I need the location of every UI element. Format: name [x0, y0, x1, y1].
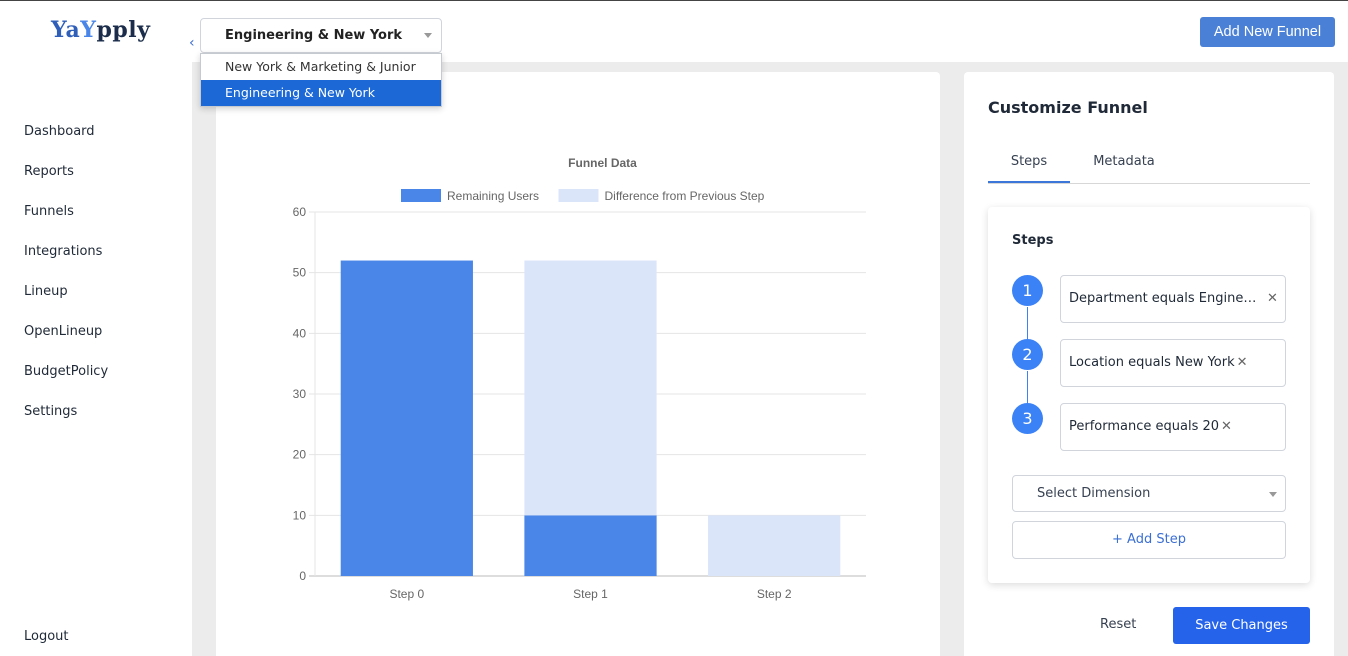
sidebar-item-funnels[interactable]: Funnels [24, 203, 108, 243]
close-icon[interactable]: ✕ [1221, 404, 1232, 450]
sidebar-item-openlineup[interactable]: OpenLineup [24, 323, 108, 363]
chevron-left-icon[interactable]: ‹ [189, 35, 195, 51]
x-tick-label: Step 0 [389, 587, 424, 601]
sidebar: YaYpply Dashboard Reports Funnels Integr… [0, 1, 192, 656]
steps-card: Steps 1 Department equals Engineering ✕ 2… [988, 207, 1310, 583]
sidebar-item-dashboard[interactable]: Dashboard [24, 123, 108, 163]
legend-label: Difference from Previous Step [605, 189, 765, 203]
x-tick-label: Step 2 [757, 587, 792, 601]
step-condition: Performance equals 20 ✕ [1060, 403, 1286, 451]
y-tick-label: 10 [293, 508, 307, 522]
step-condition-text: Performance equals 20 [1069, 419, 1220, 434]
step-condition-text: Department equals Engineering [1069, 291, 1259, 306]
bar [708, 515, 841, 576]
add-new-funnel-button[interactable]: Add New Funnel [1200, 17, 1335, 47]
step-connector [1027, 307, 1028, 343]
x-tick-label: Step 1 [573, 587, 608, 601]
sidebar-item-budgetpolicy[interactable]: BudgetPolicy [24, 363, 108, 403]
funnel-select-value: Engineering & New York [225, 28, 403, 43]
legend-swatch [401, 189, 441, 202]
chart-card: Funnel Data Remaining Users Difference fro… [216, 72, 940, 656]
sidebar-nav: Dashboard Reports Funnels Integrations L… [24, 123, 108, 443]
logout-link[interactable]: Logout [24, 629, 69, 644]
sidebar-item-reports[interactable]: Reports [24, 163, 108, 203]
tab-bar: Steps Metadata [988, 154, 1310, 184]
bar [340, 260, 473, 576]
reset-button[interactable]: Reset [1100, 617, 1136, 632]
funnel-select-menu: New York & Marketing & Junior Engineerin… [200, 53, 442, 107]
step-condition-text: Location equals New York [1069, 355, 1235, 370]
step-number-badge: 3 [1012, 403, 1043, 434]
y-tick-label: 60 [293, 205, 307, 219]
close-icon[interactable]: ✕ [1267, 276, 1278, 322]
y-tick-label: 30 [293, 387, 307, 401]
select-dimension-dropdown[interactable]: Select Dimension [1012, 475, 1286, 512]
bar [524, 515, 657, 576]
sidebar-item-lineup[interactable]: Lineup [24, 283, 108, 323]
step-number-badge: 1 [1012, 275, 1043, 306]
y-tick-label: 0 [299, 569, 306, 583]
tab-metadata[interactable]: Metadata [1080, 154, 1168, 183]
sidebar-item-settings[interactable]: Settings [24, 403, 108, 443]
funnel-select[interactable]: Engineering & New York [200, 18, 442, 53]
select-dimension-label: Select Dimension [1037, 486, 1151, 501]
step-condition: Location equals New York ✕ [1060, 339, 1286, 387]
legend-swatch [558, 189, 599, 202]
save-changes-button[interactable]: Save Changes [1173, 607, 1310, 644]
y-tick-label: 50 [293, 266, 307, 280]
funnel-option-selected[interactable]: Engineering & New York [201, 80, 441, 106]
app-logo[interactable]: YaYpply [51, 17, 150, 43]
panel-title: Customize Funnel [988, 98, 1148, 117]
add-step-button[interactable]: + Add Step [1012, 521, 1286, 559]
chevron-down-icon [1269, 492, 1277, 497]
tab-steps[interactable]: Steps [988, 154, 1070, 183]
y-tick-label: 20 [293, 448, 307, 462]
funnel-option[interactable]: New York & Marketing & Junior [201, 54, 441, 80]
funnel-chart: Funnel Data Remaining Users Difference fro… [293, 156, 866, 601]
chart-title: Funnel Data [568, 156, 637, 170]
legend-label: Remaining Users [447, 189, 539, 203]
steps-title: Steps [1012, 233, 1054, 248]
y-tick-label: 40 [293, 326, 307, 340]
step-number-badge: 2 [1012, 339, 1043, 370]
bar [524, 260, 657, 516]
customize-funnel-panel: Customize Funnel Steps Metadata Steps 1 … [964, 72, 1334, 656]
step-condition: Department equals Engineering ✕ [1060, 275, 1286, 323]
sidebar-item-integrations[interactable]: Integrations [24, 243, 108, 283]
step-connector [1027, 371, 1028, 407]
chevron-down-icon [424, 33, 432, 38]
close-icon[interactable]: ✕ [1237, 340, 1248, 386]
